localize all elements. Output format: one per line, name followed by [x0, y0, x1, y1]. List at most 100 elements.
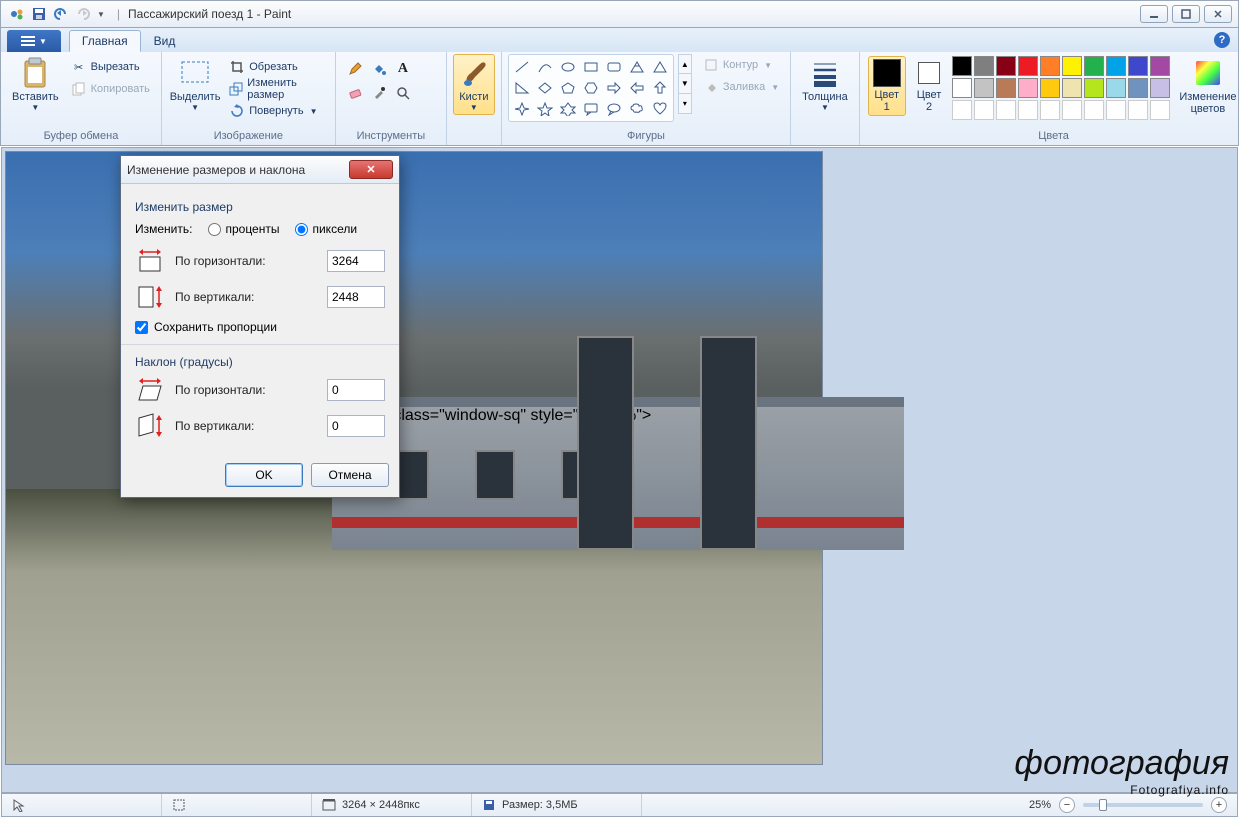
cut-button[interactable]: ✂Вырезать — [66, 56, 155, 78]
shape-curve[interactable] — [534, 57, 556, 77]
shape-triangle[interactable] — [649, 57, 671, 77]
palette-color[interactable] — [952, 100, 972, 120]
palette-color[interactable] — [952, 78, 972, 98]
palette-color[interactable] — [1062, 100, 1082, 120]
palette-color[interactable] — [1084, 78, 1104, 98]
shape-arrow-left[interactable] — [626, 78, 648, 98]
eraser-tool[interactable] — [344, 82, 366, 104]
shape-star6[interactable] — [557, 99, 579, 119]
palette-color[interactable] — [1040, 100, 1060, 120]
palette-color[interactable] — [996, 100, 1016, 120]
shape-oval[interactable] — [557, 57, 579, 77]
zoom-slider[interactable] — [1083, 803, 1203, 807]
shape-pentagon[interactable] — [557, 78, 579, 98]
maintain-aspect-checkbox[interactable]: Сохранить пропорции — [135, 320, 385, 334]
shape-roundrect[interactable] — [603, 57, 625, 77]
palette-color[interactable] — [1062, 56, 1082, 76]
redo-icon[interactable] — [75, 6, 91, 22]
palette-color[interactable] — [952, 56, 972, 76]
palette-color[interactable] — [974, 56, 994, 76]
rotate-button[interactable]: Повернуть▼ — [224, 100, 329, 122]
palette-color[interactable] — [1150, 56, 1170, 76]
zoom-slider-thumb[interactable] — [1099, 799, 1107, 811]
undo-icon[interactable] — [53, 6, 69, 22]
shape-callout-rect[interactable] — [580, 99, 602, 119]
file-menu-button[interactable]: ▼ — [7, 30, 61, 52]
palette-color[interactable] — [1106, 56, 1126, 76]
palette-color[interactable] — [1128, 100, 1148, 120]
copy-button[interactable]: Копировать — [66, 78, 155, 100]
select-button[interactable]: Выделить ▼ — [168, 54, 222, 115]
thickness-button[interactable]: Толщина ▼ — [797, 54, 853, 115]
zoom-in-button[interactable]: + — [1211, 797, 1227, 813]
resize-button[interactable]: Изменить размер — [224, 78, 329, 100]
tab-home[interactable]: Главная — [69, 30, 141, 52]
color1-button[interactable]: Цвет 1 — [868, 56, 906, 116]
shapes-scroll-down[interactable]: ▼ — [678, 74, 692, 94]
zoom-out-button[interactable]: − — [1059, 797, 1075, 813]
palette-color[interactable] — [996, 78, 1016, 98]
palette-color[interactable] — [1040, 78, 1060, 98]
shape-rect[interactable] — [580, 57, 602, 77]
shape-hexagon[interactable] — [580, 78, 602, 98]
minimize-button[interactable] — [1140, 5, 1168, 23]
save-icon[interactable] — [31, 6, 47, 22]
shape-arrow-right[interactable] — [603, 78, 625, 98]
shapes-expand[interactable]: ▾ — [678, 94, 692, 114]
edit-colors-button[interactable]: Изменение цветов — [1174, 54, 1239, 118]
shape-star5[interactable] — [534, 99, 556, 119]
tab-view[interactable]: Вид — [141, 30, 189, 52]
shape-line[interactable] — [511, 57, 533, 77]
shape-polygon[interactable] — [626, 57, 648, 77]
shape-fill-button[interactable]: Заливка▼ — [698, 76, 784, 98]
palette-color[interactable] — [1062, 78, 1082, 98]
shape-right-triangle[interactable] — [511, 78, 533, 98]
palette-color[interactable] — [1084, 100, 1104, 120]
palette-color[interactable] — [1018, 56, 1038, 76]
palette-color[interactable] — [1040, 56, 1060, 76]
shapes-gallery[interactable] — [508, 54, 674, 122]
color-picker-tool[interactable] — [368, 82, 390, 104]
palette-color[interactable] — [1106, 100, 1126, 120]
shape-diamond[interactable] — [534, 78, 556, 98]
palette-color[interactable] — [974, 100, 994, 120]
cancel-button[interactable]: Отмена — [311, 463, 389, 487]
palette-color[interactable] — [1018, 78, 1038, 98]
palette-color[interactable] — [1128, 56, 1148, 76]
color2-button[interactable]: Цвет 2 — [912, 56, 947, 116]
palette-color[interactable] — [996, 56, 1016, 76]
palette-color[interactable] — [1150, 100, 1170, 120]
qat-dropdown-icon[interactable]: ▼ — [97, 10, 105, 19]
paste-button[interactable]: Вставить ▼ — [7, 54, 64, 115]
dialog-titlebar[interactable]: Изменение размеров и наклона ✕ — [121, 156, 399, 184]
shape-callout-cloud[interactable] — [626, 99, 648, 119]
shape-callout-oval[interactable] — [603, 99, 625, 119]
magnifier-tool[interactable] — [392, 82, 414, 104]
shape-outline-button[interactable]: Контур▼ — [698, 54, 784, 76]
dialog-close-button[interactable]: ✕ — [349, 160, 393, 179]
shape-star4[interactable] — [511, 99, 533, 119]
palette-color[interactable] — [1150, 78, 1170, 98]
palette-color[interactable] — [1106, 78, 1126, 98]
crop-button[interactable]: Обрезать — [224, 56, 329, 78]
help-icon[interactable]: ? — [1214, 32, 1230, 48]
text-tool[interactable]: A — [392, 58, 414, 80]
palette-color[interactable] — [1084, 56, 1104, 76]
close-button[interactable] — [1204, 5, 1232, 23]
pencil-tool[interactable] — [344, 58, 366, 80]
radio-percent[interactable]: проценты — [208, 222, 279, 236]
fill-tool[interactable] — [368, 58, 390, 80]
palette-color[interactable] — [1018, 100, 1038, 120]
maximize-button[interactable] — [1172, 5, 1200, 23]
ok-button[interactable]: OK — [225, 463, 303, 487]
resize-horizontal-input[interactable] — [327, 250, 385, 272]
brushes-button[interactable]: Кисти ▼ — [453, 54, 495, 115]
skew-horizontal-input[interactable] — [327, 379, 385, 401]
radio-pixels[interactable]: пиксели — [295, 222, 357, 236]
palette-color[interactable] — [974, 78, 994, 98]
palette-color[interactable] — [1128, 78, 1148, 98]
shape-heart[interactable] — [649, 99, 671, 119]
shape-arrow-up[interactable] — [649, 78, 671, 98]
shapes-scroll-up[interactable]: ▲ — [678, 54, 692, 74]
skew-vertical-input[interactable] — [327, 415, 385, 437]
